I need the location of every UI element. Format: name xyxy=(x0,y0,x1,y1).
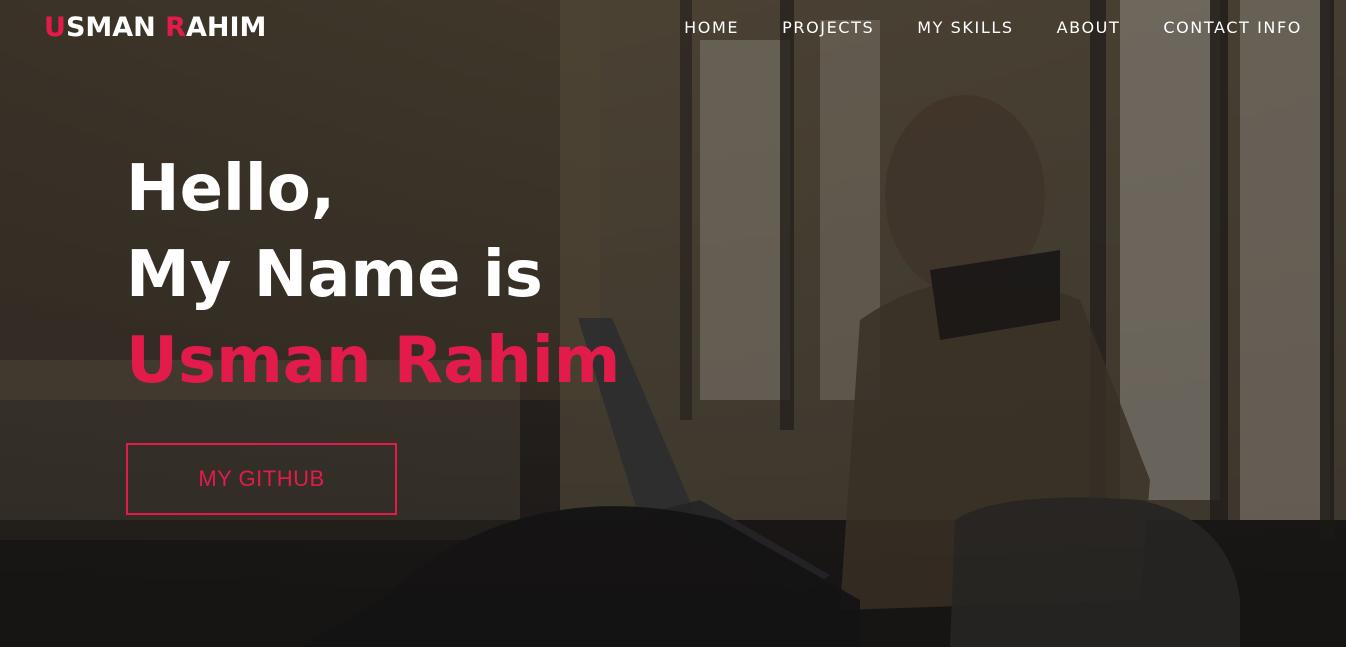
nav-menu: HOME PROJECTS MY SKILLS ABOUT CONTACT IN… xyxy=(641,18,1302,37)
hero-greeting: Hello, xyxy=(126,152,336,226)
logo-last-initial: R xyxy=(165,11,186,43)
nav-link-about[interactable]: ABOUT xyxy=(1014,18,1121,37)
nav-item: PROJECTS xyxy=(739,18,874,37)
hero-intro-line: My Name is xyxy=(126,238,543,312)
site-logo[interactable]: USMAN RAHIM xyxy=(44,12,266,43)
nav-link-my-skills[interactable]: MY SKILLS xyxy=(874,18,1013,37)
logo-first-rest: SMAN xyxy=(65,11,166,43)
github-button[interactable]: MY GITHUB xyxy=(126,443,397,515)
top-navbar: USMAN RAHIM HOME PROJECTS MY SKILLS ABOU… xyxy=(0,0,1346,54)
hero-section: USMAN RAHIM HOME PROJECTS MY SKILLS ABOU… xyxy=(0,0,1346,647)
nav-item: ABOUT xyxy=(1014,18,1121,37)
logo-last-rest: AHIM xyxy=(185,11,267,43)
nav-item: MY SKILLS xyxy=(874,18,1013,37)
nav-link-home[interactable]: HOME xyxy=(641,18,739,37)
nav-link-contact-info[interactable]: CONTACT INFO xyxy=(1120,18,1302,37)
nav-item: HOME xyxy=(641,18,739,37)
nav-item: CONTACT INFO xyxy=(1120,18,1302,37)
nav-link-projects[interactable]: PROJECTS xyxy=(739,18,874,37)
hero-intro: Hello, My Name is Usman Rahim MY GITHUB xyxy=(126,146,620,515)
hero-name: Usman Rahim xyxy=(126,324,621,398)
logo-first-initial: U xyxy=(44,11,66,43)
